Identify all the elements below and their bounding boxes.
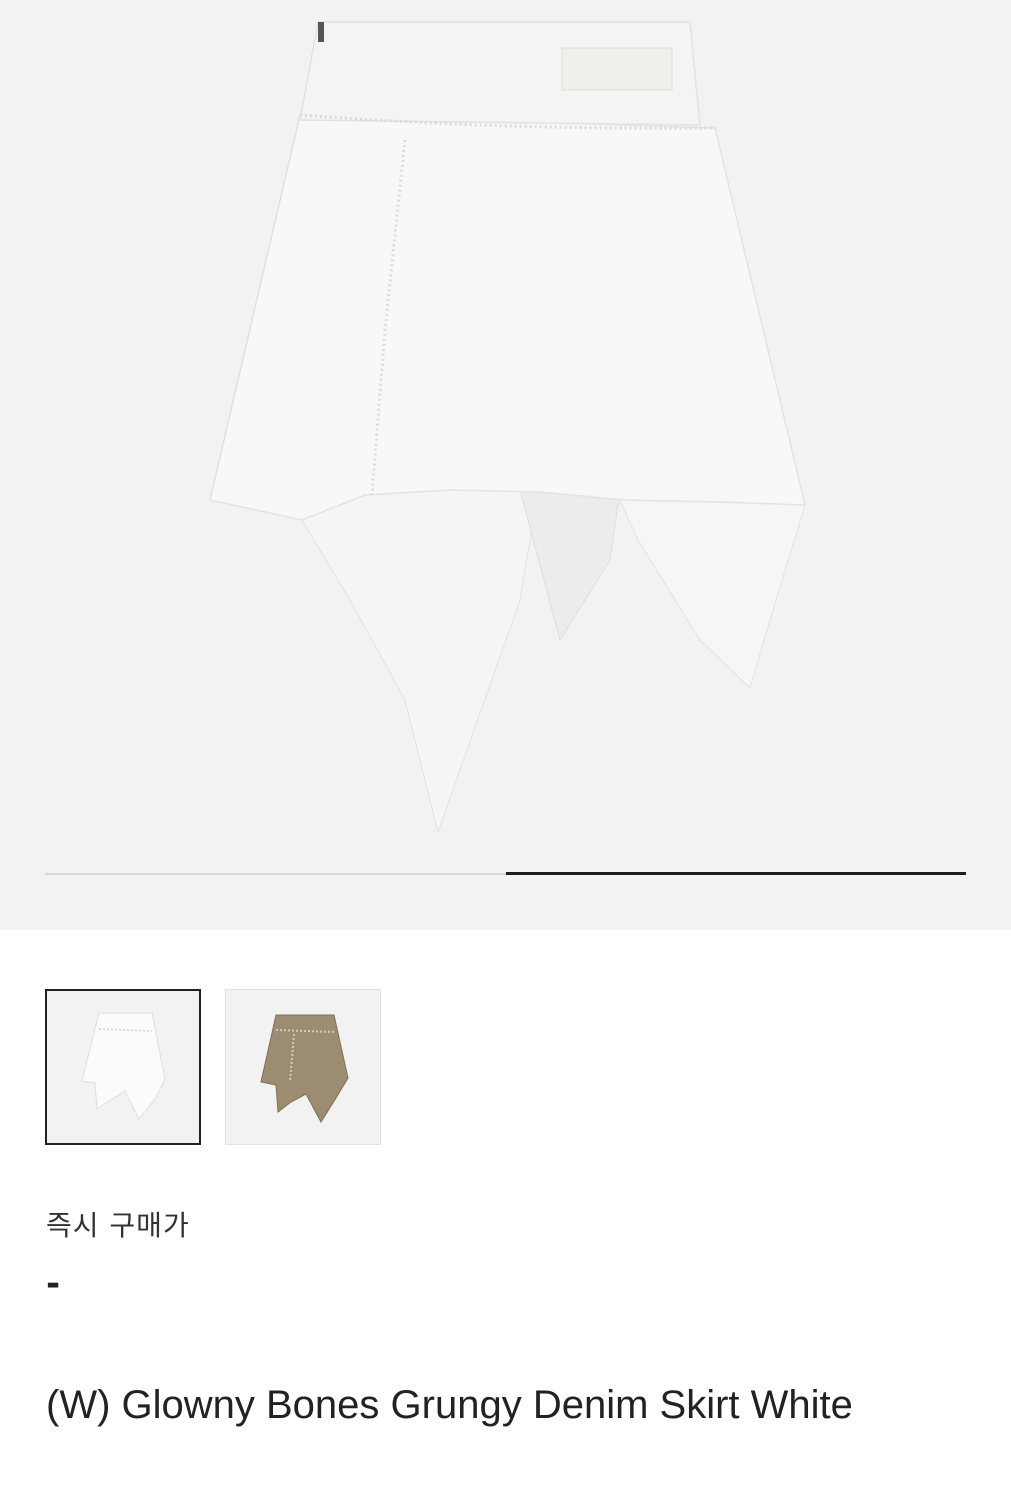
product-title: (W) Glowny Bones Grungy Denim Skirt Whit… <box>46 1383 853 1427</box>
instant-buy-price-value: - <box>46 1264 61 1304</box>
thumbnail-beige[interactable] <box>225 989 381 1145</box>
product-image-carousel[interactable] <box>0 0 1011 930</box>
carousel-progress-indicator <box>505 872 966 875</box>
instant-buy-price-label: 즉시 구매가 <box>46 1209 190 1242</box>
skirt-image <box>209 21 806 834</box>
carousel-progress-track <box>45 872 966 875</box>
beige-skirt-thumbnail-image <box>260 1014 349 1123</box>
white-skirt-thumbnail-image <box>81 1012 166 1120</box>
thumbnail-white[interactable] <box>45 989 201 1145</box>
